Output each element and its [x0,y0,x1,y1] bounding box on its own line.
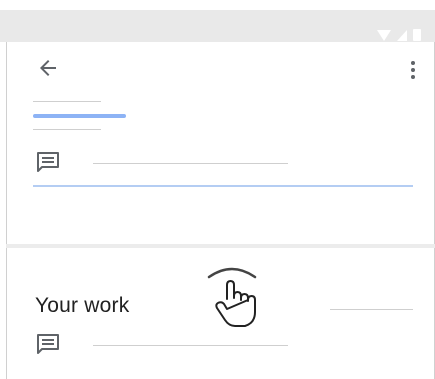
bottom-sheet-edge [6,244,435,248]
app-bar [6,42,435,98]
arrow-back-icon[interactable] [36,56,60,80]
top-band [0,0,435,10]
placeholder-line [33,101,101,102]
accent-strip [33,114,126,118]
placeholder-line [93,163,288,164]
signal-icon [397,29,407,41]
status-bar [0,10,435,42]
placeholder-line [330,309,413,310]
input-underline[interactable] [33,185,413,187]
battery-icon [413,29,421,41]
pointer-hand-icon [215,280,256,327]
comment-icon [37,152,59,172]
wifi-icon [377,29,391,41]
placeholder-line [33,129,101,130]
status-icons [377,29,421,41]
more-vert-icon[interactable] [403,58,423,82]
comment-icon [37,334,59,354]
placeholder-line [93,345,288,346]
sheet-title: Your work [35,294,130,317]
